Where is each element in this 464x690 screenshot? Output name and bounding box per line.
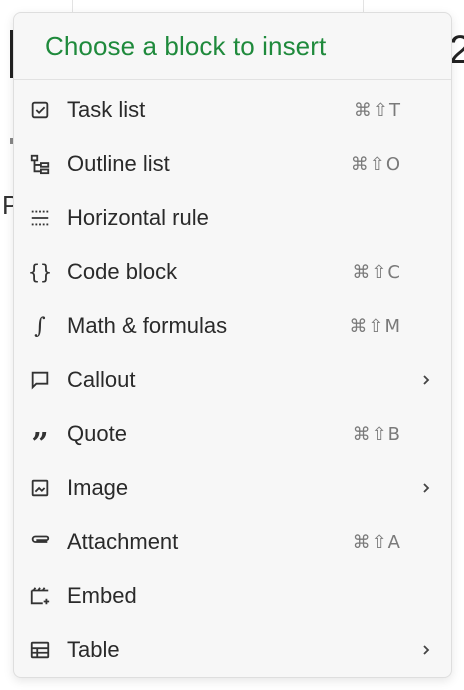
menu-item-task-list[interactable]: Task list ⌘⇧T: [14, 83, 451, 137]
insert-block-menu: Choose a block to insert Task list ⌘⇧T O…: [13, 12, 452, 678]
keyboard-shortcut: ⌘⇧T: [353, 99, 401, 121]
chevron-right-icon: [419, 373, 433, 387]
menu-item-attachment[interactable]: Attachment ⌘⇧A: [14, 515, 451, 569]
integral-icon: ∫: [34, 313, 46, 339]
menu-item-label: Attachment: [67, 529, 179, 554]
keyboard-shortcut: ⌘⇧O: [350, 153, 401, 175]
chevron-right-icon: [419, 643, 433, 657]
outline-list-icon: [28, 152, 52, 176]
checkbox-icon: [28, 98, 52, 122]
menu-item-label: Code block: [67, 259, 178, 284]
menu-item-label: Callout: [67, 367, 136, 392]
menu-title: Choose a block to insert: [45, 30, 327, 61]
paperclip-icon: [28, 530, 52, 554]
horizontal-rule-icon: [28, 206, 52, 230]
menu-item-table[interactable]: Table: [14, 623, 451, 677]
menu-item-label: Table: [67, 637, 120, 662]
code-braces-icon: {}: [27, 260, 53, 284]
embed-icon: [28, 584, 52, 608]
background-panel: [72, 0, 364, 12]
menu-item-label: Horizontal rule: [67, 205, 209, 230]
menu-item-label: Embed: [67, 583, 137, 608]
table-icon: [28, 638, 52, 662]
menu-item-label: Math & formulas: [67, 313, 228, 338]
quote-icon: ”: [31, 426, 49, 462]
chevron-right-icon: [419, 481, 433, 495]
menu-item-label: Outline list: [67, 151, 170, 176]
menu-item-outline-list[interactable]: Outline list ⌘⇧O: [14, 137, 451, 191]
menu-header: Choose a block to insert: [14, 13, 451, 80]
menu-item-math-formulas[interactable]: ∫ Math & formulas ⌘⇧M: [14, 299, 451, 353]
keyboard-shortcut: ⌘⇧A: [352, 531, 401, 553]
speech-bubble-icon: [28, 368, 52, 392]
keyboard-shortcut: ⌘⇧B: [352, 423, 401, 445]
keyboard-shortcut: ⌘⇧C: [352, 261, 401, 283]
menu-item-label: Image: [67, 475, 129, 500]
menu-item-quote[interactable]: ” Quote ⌘⇧B: [14, 407, 451, 462]
menu-item-horizontal-rule[interactable]: Horizontal rule: [14, 191, 451, 245]
menu-item-label: Quote: [67, 421, 127, 446]
menu-item-image[interactable]: Image: [14, 461, 451, 515]
menu-item-callout[interactable]: Callout: [14, 353, 451, 407]
menu-item-code-block[interactable]: {} Code block ⌘⇧C: [14, 245, 451, 299]
image-icon: [28, 476, 52, 500]
menu-item-label: Task list: [67, 97, 146, 122]
menu-item-embed[interactable]: Embed: [14, 569, 451, 623]
keyboard-shortcut: ⌘⇧M: [349, 315, 401, 337]
